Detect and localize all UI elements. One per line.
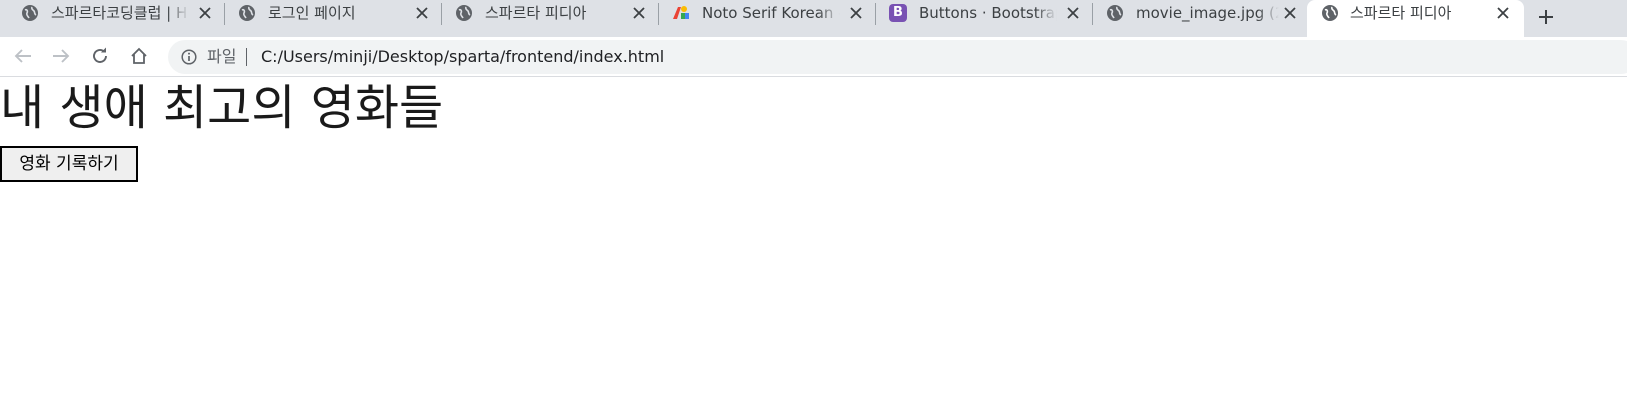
tab-title: Buttons · Bootstrap v xyxy=(919,3,1057,23)
tab-title: 스파르타코딩클럽 | H xyxy=(51,3,189,23)
tab-title: 스파르타 피디아 xyxy=(485,3,623,23)
reload-icon xyxy=(93,47,107,63)
home-button[interactable] xyxy=(126,45,152,67)
forward-button[interactable] xyxy=(48,45,74,67)
close-icon[interactable] xyxy=(197,5,213,21)
bootstrap-badge: B xyxy=(889,4,907,22)
bootstrap-icon: B xyxy=(889,4,907,22)
globe-icon xyxy=(455,4,473,22)
close-icon[interactable] xyxy=(1282,5,1298,21)
tab-login-page[interactable]: 로그인 페이지 xyxy=(217,0,440,37)
back-button[interactable] xyxy=(10,45,36,67)
tab-strip-empty-area xyxy=(1568,0,1627,37)
globe-icon xyxy=(21,4,39,22)
globe-icon xyxy=(238,4,256,22)
tab-title: 로그인 페이지 xyxy=(268,3,406,23)
url-text[interactable]: C:/Users/minji/Desktop/sparta/frontend/i… xyxy=(261,46,664,68)
tab-sparta-pedia-active[interactable]: 스파르타 피디아 xyxy=(1307,0,1524,37)
tab-noto-serif-korean[interactable]: Noto Serif Korean - G xyxy=(651,0,874,37)
globe-icon xyxy=(1321,4,1339,22)
tab-bootstrap-buttons[interactable]: B Buttons · Bootstrap v xyxy=(868,0,1091,37)
tab-movie-image[interactable]: movie_image.jpg (200 xyxy=(1085,0,1308,37)
close-icon[interactable] xyxy=(1065,5,1081,21)
tab-title: 스파르타 피디아 xyxy=(1350,3,1500,23)
file-scheme-label: 파일 xyxy=(207,47,237,66)
page-title: 내 생애 최고의 영화들 xyxy=(0,80,444,136)
close-icon[interactable] xyxy=(1495,5,1511,21)
tab-sparta-pedia[interactable]: 스파르타 피디아 xyxy=(434,0,657,37)
tab-title: Noto Serif Korean - G xyxy=(702,3,840,23)
google-fonts-icon xyxy=(672,4,690,22)
tab-strip: 스파르타코딩클럽 | H 로그인 페이지 스파르타 피디아 Noto Serif… xyxy=(0,0,1627,37)
close-icon[interactable] xyxy=(631,5,647,21)
close-icon[interactable] xyxy=(414,5,430,21)
globe-icon xyxy=(1106,4,1124,22)
close-icon[interactable] xyxy=(848,5,864,21)
browser-toolbar: 파일 C:/Users/minji/Desktop/sparta/fronten… xyxy=(0,37,1627,77)
tab-title: movie_image.jpg (200 xyxy=(1136,3,1279,23)
home-icon xyxy=(131,47,147,64)
plus-icon xyxy=(1539,10,1553,24)
address-bar[interactable]: 파일 C:/Users/minji/Desktop/sparta/fronten… xyxy=(168,40,1627,74)
address-separator xyxy=(246,48,247,66)
tab-spartacoding[interactable]: 스파르타코딩클럽 | H xyxy=(0,0,223,37)
info-icon[interactable] xyxy=(180,48,198,66)
reload-button[interactable] xyxy=(87,45,113,67)
back-arrow-icon xyxy=(14,49,31,63)
forward-arrow-icon xyxy=(53,49,70,63)
new-tab-button[interactable] xyxy=(1524,0,1568,34)
record-movie-button[interactable]: 영화 기록하기 xyxy=(0,146,138,182)
